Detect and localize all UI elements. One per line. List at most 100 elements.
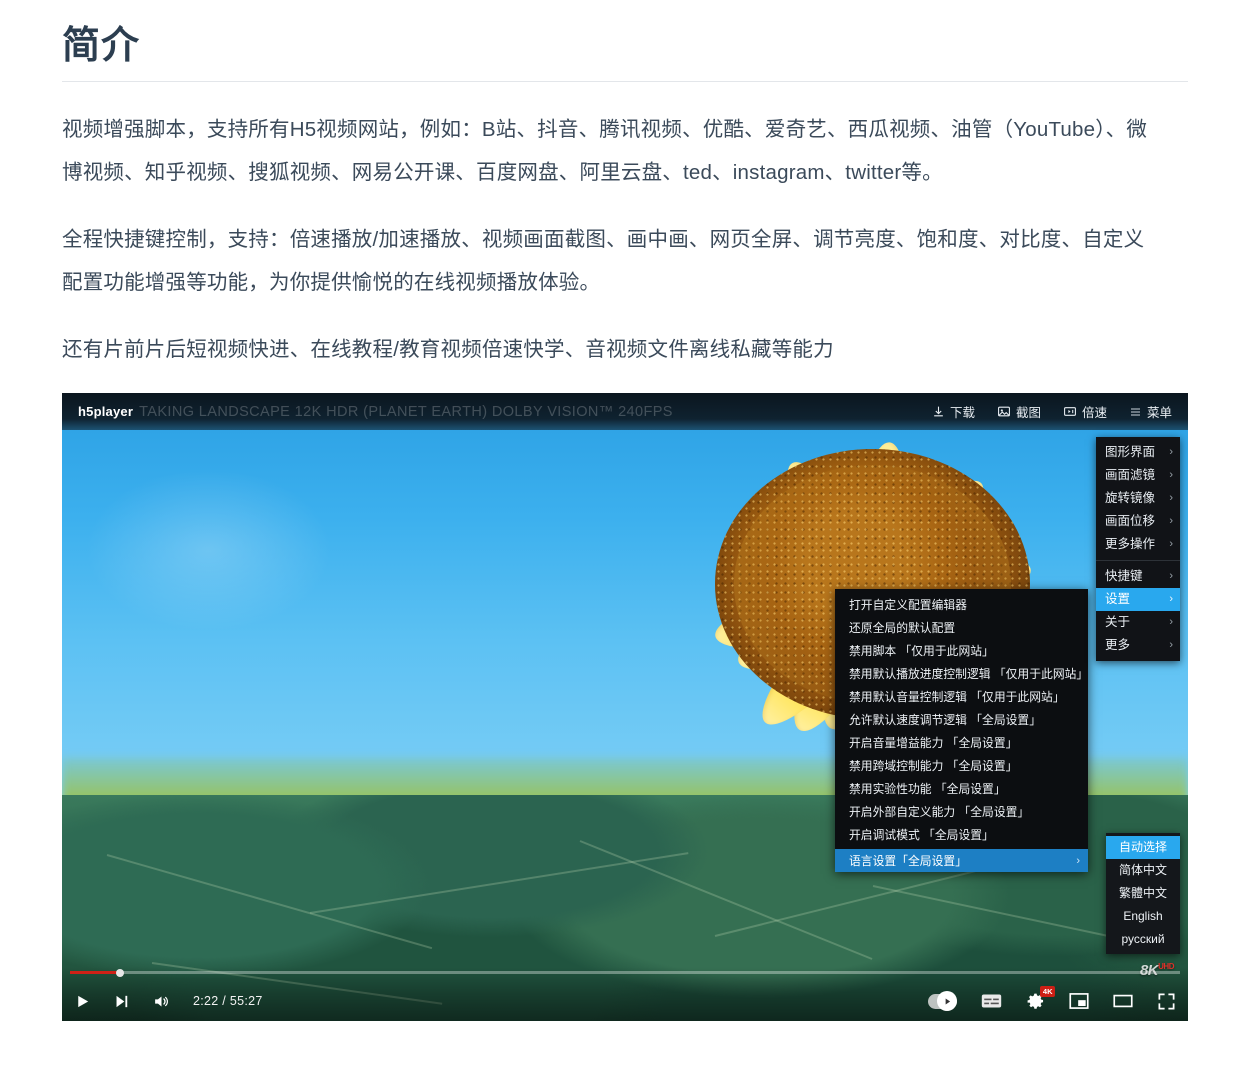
menu-item-settings[interactable]: 设置 › bbox=[1096, 588, 1180, 611]
chevron-right-icon: › bbox=[1169, 616, 1173, 628]
speed-button[interactable]: 倍速 bbox=[1063, 402, 1107, 421]
toggle-knob bbox=[937, 991, 957, 1011]
theater-mode-button[interactable] bbox=[1113, 992, 1133, 1010]
menu-item-label: 更多 bbox=[1105, 638, 1131, 652]
language-option-traditional-chinese[interactable]: 繁體中文 bbox=[1106, 882, 1180, 905]
settings-item-open-config-editor[interactable]: 打开自定义配置编辑器 bbox=[835, 593, 1088, 616]
language-option-russian[interactable]: русский bbox=[1106, 928, 1180, 951]
settings-quality-badge: 4K bbox=[1040, 985, 1055, 997]
fullscreen-icon bbox=[1157, 992, 1176, 1011]
video-player[interactable]: h5player TAKING LANDSCAPE 12K HDR (PLANE… bbox=[62, 393, 1188, 1021]
download-icon bbox=[932, 405, 945, 418]
next-track-button[interactable] bbox=[113, 993, 130, 1010]
menu-label: 菜单 bbox=[1146, 406, 1172, 420]
volume-icon bbox=[152, 993, 171, 1010]
miniplayer-button[interactable] bbox=[1069, 992, 1089, 1010]
chevron-right-icon: › bbox=[1169, 593, 1173, 605]
screenshot-label: 截图 bbox=[1015, 406, 1041, 420]
player-brand-logo: h5player bbox=[78, 404, 134, 419]
menu-item-label: 图形界面 bbox=[1105, 445, 1156, 459]
language-option-simplified-chinese[interactable]: 简体中文 bbox=[1106, 859, 1180, 882]
title-divider bbox=[62, 81, 1188, 82]
controls-row: 2:22 / 55:27 4K bbox=[62, 981, 1188, 1021]
time-display: 2:22 / 55:27 bbox=[193, 994, 263, 1008]
menu-button[interactable]: 菜单 bbox=[1129, 402, 1172, 421]
download-button[interactable]: 下载 bbox=[932, 402, 975, 421]
settings-item-disable-progress-logic[interactable]: 禁用默认播放进度控制逻辑 「仅用于此网站」 bbox=[835, 662, 1088, 685]
settings-submenu[interactable]: 打开自定义配置编辑器 还原全局的默认配置 禁用脚本 「仅用于此网站」 禁用默认播… bbox=[835, 589, 1088, 872]
settings-item-allow-speed-logic[interactable]: 允许默认速度调节逻辑 「全局设置」 bbox=[835, 708, 1088, 731]
menu-item-about[interactable]: 关于 › bbox=[1096, 611, 1180, 634]
menu-item-rotate-mirror[interactable]: 旋转镜像 › bbox=[1096, 487, 1180, 510]
language-option-auto[interactable]: 自动选择 bbox=[1106, 836, 1180, 859]
menu-item-label: 画面位移 bbox=[1105, 514, 1156, 528]
settings-item-language[interactable]: 语言设置「全局设置」 › bbox=[835, 849, 1088, 872]
menu-item-label: 画面滤镜 bbox=[1105, 468, 1156, 482]
next-track-icon bbox=[113, 993, 130, 1010]
menu-item-label: 更多操作 bbox=[1105, 537, 1156, 551]
settings-item-enable-volume-boost[interactable]: 开启音量增益能力 「全局设置」 bbox=[835, 731, 1088, 754]
settings-item-enable-external-custom[interactable]: 开启外部自定义能力 「全局设置」 bbox=[835, 800, 1088, 823]
right-menu-group-display: 图形界面 › 画面滤镜 › 旋转镜像 › 画面位移 › 更多操作 › bbox=[1096, 437, 1180, 560]
menu-item-more[interactable]: 更多 › bbox=[1096, 634, 1180, 657]
chevron-right-icon: › bbox=[1169, 538, 1173, 550]
menu-item-graphic-interface[interactable]: 图形界面 › bbox=[1096, 441, 1180, 464]
settings-item-restore-defaults[interactable]: 还原全局的默认配置 bbox=[835, 616, 1088, 639]
settings-item-disable-experimental[interactable]: 禁用实验性功能 「全局设置」 bbox=[835, 777, 1088, 800]
autoplay-toggle[interactable] bbox=[928, 991, 957, 1011]
chevron-right-icon: › bbox=[1169, 515, 1173, 527]
theater-mode-icon bbox=[1113, 992, 1133, 1010]
intro-paragraph-3: 还有片前片后短视频快进、在线教程/教育视频倍速快学、音视频文件离线私藏等能力 bbox=[62, 338, 834, 361]
chevron-right-icon: › bbox=[1169, 639, 1173, 651]
subtitles-button[interactable] bbox=[981, 993, 1002, 1009]
speed-icon bbox=[1063, 405, 1077, 418]
settings-item-enable-debug-mode[interactable]: 开启调试模式 「全局设置」 bbox=[835, 823, 1088, 846]
menu-item-picture-filter[interactable]: 画面滤镜 › bbox=[1096, 464, 1180, 487]
menu-item-label: 快捷键 bbox=[1105, 569, 1143, 583]
language-submenu[interactable]: 自动选择 简体中文 繁體中文 English русский bbox=[1106, 833, 1180, 954]
progress-knob[interactable] bbox=[115, 968, 124, 977]
speed-label: 倍速 bbox=[1081, 406, 1107, 420]
menu-item-label: 旋转镜像 bbox=[1105, 491, 1156, 505]
right-controls: 4K bbox=[928, 985, 1176, 1011]
screenshot-button[interactable]: 截图 bbox=[997, 402, 1041, 421]
chevron-right-icon: › bbox=[1169, 570, 1173, 582]
player-right-menu[interactable]: 图形界面 › 画面滤镜 › 旋转镜像 › 画面位移 › 更多操作 › 快捷键 ›… bbox=[1096, 437, 1180, 661]
sky-haze bbox=[84, 468, 333, 632]
settings-item-disable-script[interactable]: 禁用脚本 「仅用于此网站」 bbox=[835, 639, 1088, 662]
chevron-right-icon: › bbox=[1169, 492, 1173, 504]
play-button[interactable] bbox=[74, 993, 91, 1010]
intro-paragraph-2: 全程快捷键控制，支持：倍速播放/加速播放、视频画面截图、画中画、网页全屏、调节亮… bbox=[62, 228, 1145, 294]
fullscreen-button[interactable] bbox=[1157, 992, 1176, 1011]
menu-icon bbox=[1129, 406, 1142, 418]
menu-item-picture-shift[interactable]: 画面位移 › bbox=[1096, 510, 1180, 533]
settings-item-disable-cross-origin[interactable]: 禁用跨域控制能力 「全局设置」 bbox=[835, 754, 1088, 777]
progress-played bbox=[70, 971, 120, 974]
article-container: 简介 视频增强脚本，支持所有H5视频网站，例如：B站、抖音、腾讯视频、优酷、爱奇… bbox=[0, 14, 1250, 371]
top-actions: 下载 截图 倍速 菜单 bbox=[932, 402, 1172, 421]
menu-item-label: 关于 bbox=[1105, 615, 1131, 629]
play-icon bbox=[74, 993, 91, 1010]
menu-item-label: 设置 bbox=[1105, 592, 1131, 606]
chevron-right-icon: › bbox=[1169, 469, 1173, 481]
menu-item-more-operations[interactable]: 更多操作 › bbox=[1096, 533, 1180, 556]
screenshot-icon bbox=[997, 405, 1011, 418]
progress-bar[interactable] bbox=[70, 968, 1180, 977]
volume-button[interactable] bbox=[152, 993, 171, 1010]
autoplay-toggle-icon bbox=[928, 991, 957, 1011]
player-top-bar: h5player TAKING LANDSCAPE 12K HDR (PLANE… bbox=[62, 393, 1188, 430]
download-label: 下载 bbox=[949, 406, 975, 420]
right-menu-group-system: 快捷键 › 设置 › 关于 › 更多 › bbox=[1096, 560, 1180, 661]
settings-language-label: 语言设置「全局设置」 bbox=[849, 853, 967, 868]
settings-item-disable-volume-logic[interactable]: 禁用默认音量控制逻辑 「仅用于此网站」 bbox=[835, 685, 1088, 708]
player-bottom-bar: 2:22 / 55:27 4K bbox=[62, 967, 1188, 1021]
page-title: 简介 bbox=[62, 25, 141, 67]
settings-gear-button[interactable]: 4K bbox=[1026, 985, 1055, 1011]
video-title: TAKING LANDSCAPE 12K HDR (PLANET EARTH) … bbox=[139, 403, 673, 420]
intro-paragraph-1: 视频增强脚本，支持所有H5视频网站，例如：B站、抖音、腾讯视频、优酷、爱奇艺、西… bbox=[62, 118, 1148, 184]
menu-item-shortcuts[interactable]: 快捷键 › bbox=[1096, 565, 1180, 588]
chevron-right-icon: › bbox=[1076, 854, 1080, 867]
chevron-right-icon: › bbox=[1169, 446, 1173, 458]
miniplayer-icon bbox=[1069, 992, 1089, 1010]
language-option-english[interactable]: English bbox=[1106, 905, 1180, 928]
